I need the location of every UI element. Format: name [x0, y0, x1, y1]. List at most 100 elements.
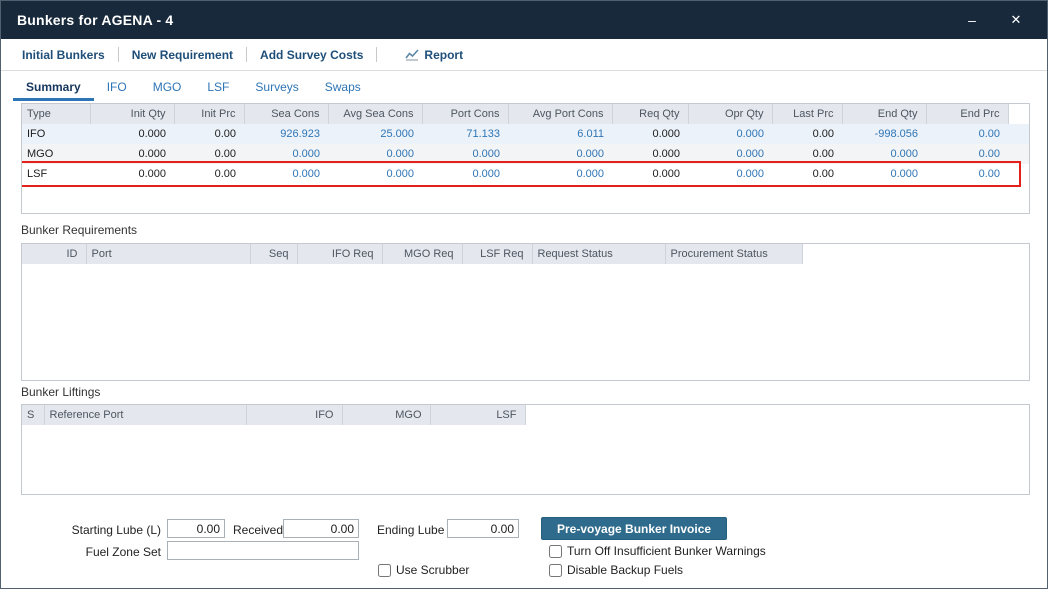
column-header-init-qty[interactable]: Init Qty	[90, 104, 174, 124]
column-header-avg-port-cons[interactable]: Avg Port Cons	[508, 104, 612, 124]
cell-avg-port-cons[interactable]: 6.011	[508, 124, 612, 144]
checkbox-icon[interactable]	[378, 564, 391, 577]
cell-avg-sea-cons[interactable]: 0.000	[328, 164, 422, 184]
cell-opr-qty[interactable]: 0.000	[688, 124, 772, 144]
starting-lube-label: Starting Lube (L)	[21, 521, 161, 539]
received-input[interactable]	[283, 519, 359, 538]
column-header-s[interactable]: S	[22, 405, 44, 425]
disable-backup-fuels-checkbox[interactable]: Disable Backup Fuels	[549, 563, 683, 577]
column-header-request-status[interactable]: Request Status	[532, 244, 665, 264]
cell-end-qty[interactable]: 0.000	[842, 164, 926, 184]
summary-header-row: Type Init Qty Init Prc Sea Cons Avg Sea …	[22, 104, 1030, 124]
footer-form: Starting Lube (L) Received Ending Lube P…	[21, 511, 1030, 589]
cell-last-prc[interactable]: 0.00	[772, 124, 842, 144]
column-header-last-prc[interactable]: Last Prc	[772, 104, 842, 124]
column-header-req-qty[interactable]: Req Qty	[612, 104, 688, 124]
column-header-id[interactable]: ID	[22, 244, 86, 264]
bunker-requirements-table: ID Port Seq IFO Req MGO Req LSF Req Requ…	[22, 244, 1030, 264]
cell-sea-cons[interactable]: 0.000	[244, 144, 328, 164]
window-title: Bunkers for AGENA - 4	[17, 12, 957, 28]
starting-lube-input[interactable]	[167, 519, 225, 538]
liftings-header-row: S Reference Port IFO MGO LSF	[22, 405, 1030, 425]
title-bar: Bunkers for AGENA - 4 – ✕	[1, 1, 1047, 39]
column-header-sea-cons[interactable]: Sea Cons	[244, 104, 328, 124]
cell-opr-qty[interactable]: 0.000	[688, 144, 772, 164]
cell-end-prc[interactable]: 0.00	[926, 144, 1008, 164]
cell-sea-cons[interactable]: 0.000	[244, 164, 328, 184]
ending-lube-label: Ending Lube	[377, 521, 444, 539]
cell-avg-port-cons[interactable]: 0.000	[508, 144, 612, 164]
turn-off-insufficient-bunker-warnings-checkbox[interactable]: Turn Off Insufficient Bunker Warnings	[549, 544, 766, 558]
cell-init-qty[interactable]: 0.000	[90, 144, 174, 164]
column-header-lsf-req[interactable]: LSF Req	[462, 244, 532, 264]
initial-bunkers-link[interactable]: Initial Bunkers	[9, 48, 118, 62]
fuel-zone-set-input[interactable]	[167, 541, 359, 560]
column-header-procurement-status[interactable]: Procurement Status	[665, 244, 802, 264]
cell-req-qty[interactable]: 0.000	[612, 124, 688, 144]
cell-end-prc[interactable]: 0.00	[926, 164, 1008, 184]
cell-opr-qty[interactable]: 0.000	[688, 164, 772, 184]
cell-port-cons[interactable]: 0.000	[422, 144, 508, 164]
bunkers-window: Bunkers for AGENA - 4 – ✕ Initial Bunker…	[0, 0, 1048, 589]
minimize-button[interactable]: –	[957, 8, 987, 32]
cell-last-prc[interactable]: 0.00	[772, 144, 842, 164]
cell-sea-cons[interactable]: 926.923	[244, 124, 328, 144]
column-header-ifo-req[interactable]: IFO Req	[297, 244, 382, 264]
column-header-opr-qty[interactable]: Opr Qty	[688, 104, 772, 124]
column-header-type[interactable]: Type	[22, 104, 90, 124]
cell-init-qty[interactable]: 0.000	[90, 124, 174, 144]
column-header-end-prc[interactable]: End Prc	[926, 104, 1008, 124]
cell-req-qty[interactable]: 0.000	[612, 144, 688, 164]
column-header-mgo-req[interactable]: MGO Req	[382, 244, 462, 264]
column-header-init-prc[interactable]: Init Prc	[174, 104, 244, 124]
tab-summary[interactable]: Summary	[13, 74, 94, 101]
bunker-liftings-title: Bunker Liftings	[21, 385, 1030, 399]
cell-end-qty[interactable]: -998.056	[842, 124, 926, 144]
tab-swaps[interactable]: Swaps	[312, 74, 374, 101]
bunker-liftings-table: S Reference Port IFO MGO LSF	[22, 405, 1030, 425]
new-requirement-link[interactable]: New Requirement	[119, 48, 246, 62]
checkbox-icon[interactable]	[549, 545, 562, 558]
cell-init-prc[interactable]: 0.00	[174, 164, 244, 184]
report-link[interactable]: Report	[405, 48, 463, 62]
summary-grid: Type Init Qty Init Prc Sea Cons Avg Sea …	[21, 103, 1030, 214]
checkbox-icon[interactable]	[549, 564, 562, 577]
column-header-mgo[interactable]: MGO	[342, 405, 430, 425]
column-header-filler	[802, 244, 1030, 264]
cell-req-qty[interactable]: 0.000	[612, 164, 688, 184]
bunker-liftings-grid: S Reference Port IFO MGO LSF	[21, 404, 1030, 495]
column-header-filler	[525, 405, 1030, 425]
close-button[interactable]: ✕	[1001, 8, 1031, 32]
column-header-seq[interactable]: Seq	[250, 244, 297, 264]
cell-type: LSF	[22, 164, 90, 184]
column-header-end-qty[interactable]: End Qty	[842, 104, 926, 124]
cell-avg-sea-cons[interactable]: 25.000	[328, 124, 422, 144]
column-header-avg-sea-cons[interactable]: Avg Sea Cons	[328, 104, 422, 124]
tab-lsf[interactable]: LSF	[194, 74, 242, 101]
fuel-zone-set-label: Fuel Zone Set	[21, 543, 161, 561]
cell-port-cons[interactable]: 71.133	[422, 124, 508, 144]
cell-port-cons[interactable]: 0.000	[422, 164, 508, 184]
cell-init-prc[interactable]: 0.00	[174, 144, 244, 164]
column-header-lsf[interactable]: LSF	[430, 405, 525, 425]
cell-end-qty[interactable]: 0.000	[842, 144, 926, 164]
report-label: Report	[424, 48, 463, 62]
column-header-ifo[interactable]: IFO	[246, 405, 342, 425]
tab-ifo[interactable]: IFO	[94, 74, 140, 101]
tab-surveys[interactable]: Surveys	[242, 74, 311, 101]
close-icon: ✕	[1011, 12, 1022, 27]
pre-voyage-bunker-invoice-button[interactable]: Pre-voyage Bunker Invoice	[541, 517, 727, 540]
cell-init-prc[interactable]: 0.00	[174, 124, 244, 144]
cell-init-qty[interactable]: 0.000	[90, 164, 174, 184]
add-survey-costs-link[interactable]: Add Survey Costs	[247, 48, 376, 62]
tab-mgo[interactable]: MGO	[140, 74, 195, 101]
use-scrubber-checkbox[interactable]: Use Scrubber	[378, 563, 469, 577]
ending-lube-input[interactable]	[447, 519, 519, 538]
column-header-port-cons[interactable]: Port Cons	[422, 104, 508, 124]
cell-end-prc[interactable]: 0.00	[926, 124, 1008, 144]
column-header-port[interactable]: Port	[86, 244, 250, 264]
cell-avg-port-cons[interactable]: 0.000	[508, 164, 612, 184]
column-header-reference-port[interactable]: Reference Port	[44, 405, 246, 425]
cell-last-prc[interactable]: 0.00	[772, 164, 842, 184]
cell-avg-sea-cons[interactable]: 0.000	[328, 144, 422, 164]
